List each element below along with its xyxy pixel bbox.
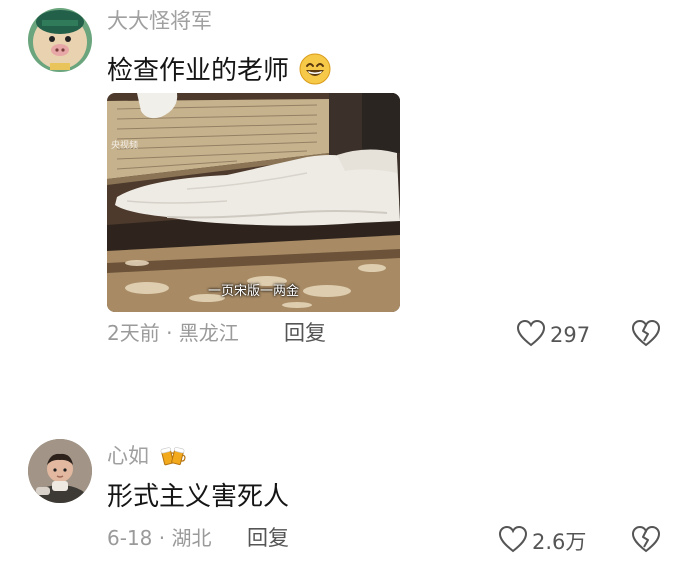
comment-image[interactable]: 央视频 一页宋版一两金 — [107, 93, 400, 312]
dislike-button[interactable] — [631, 319, 661, 351]
dislike-button[interactable] — [631, 525, 661, 557]
heart-icon — [498, 525, 528, 557]
username-text: 心如 — [107, 444, 149, 468]
reply-button[interactable]: 回复 — [284, 323, 326, 344]
like-count: 297 — [550, 323, 591, 347]
like-button[interactable]: 297 — [516, 319, 590, 351]
image-watermark: 央视频 — [111, 141, 139, 151]
comment-text: 检查作业的老师 — [107, 53, 331, 90]
avatar[interactable] — [28, 8, 92, 72]
like-count: 2.6万 — [532, 530, 587, 554]
heart-icon — [516, 319, 546, 351]
avatar[interactable] — [28, 439, 92, 503]
comment-meta: 6-18 · 湖北 — [107, 526, 212, 550]
comment-list: 大大怪将军 检查作业的老师 央视频 一页宋版一两金 2天前 · 黑龙江 回复 2… — [0, 0, 690, 572]
reply-button[interactable]: 回复 — [247, 528, 289, 549]
username[interactable]: 大大怪将军 — [107, 11, 212, 32]
beer-cheers-icon — [160, 443, 186, 471]
image-caption: 一页宋版一两金 — [207, 284, 299, 299]
like-button[interactable]: 2.6万 — [498, 525, 586, 557]
broken-heart-icon — [631, 319, 661, 351]
grinning-emoji-icon — [299, 53, 331, 90]
comment-meta: 2天前 · 黑龙江 — [107, 321, 239, 345]
username[interactable]: 心如 — [107, 443, 186, 471]
comment-text: 形式主义害死人 — [107, 482, 290, 512]
comment-text-content: 检查作业的老师 — [107, 56, 290, 86]
broken-heart-icon — [631, 525, 661, 557]
